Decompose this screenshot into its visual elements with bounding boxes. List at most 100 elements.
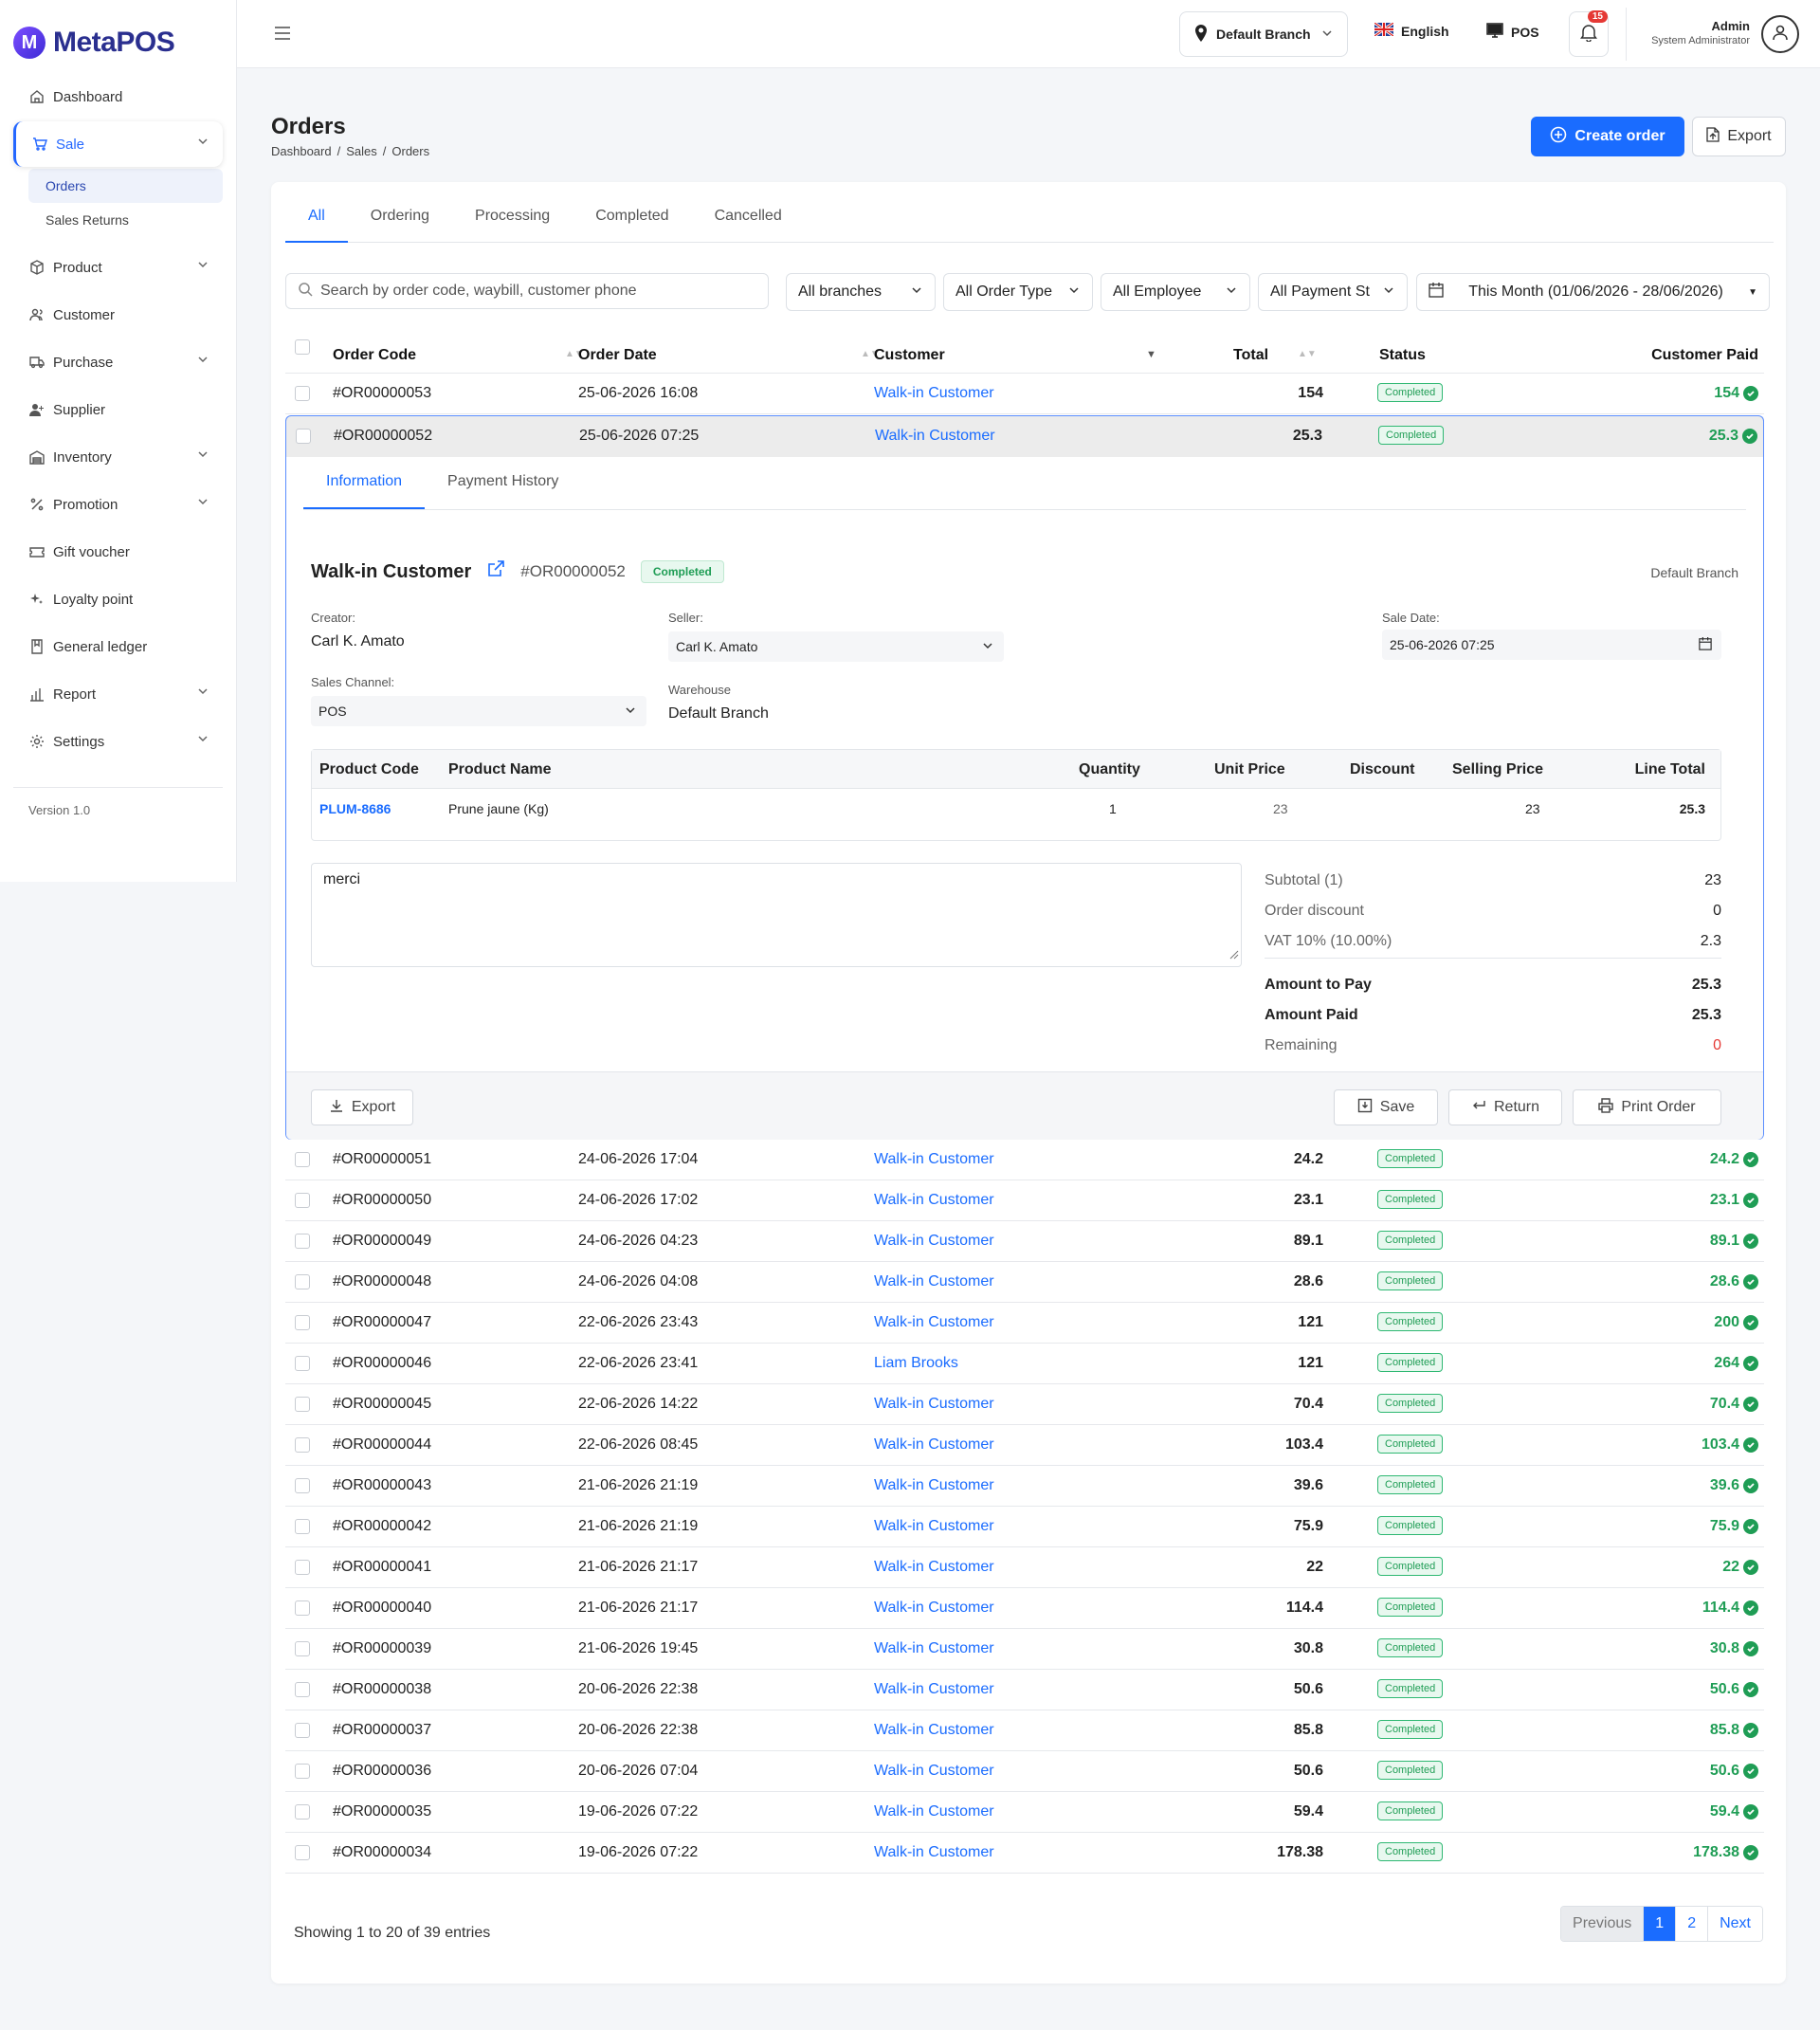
payment-status-filter[interactable]: All Payment St [1258,273,1408,311]
sale-date-input[interactable]: 25-06-2026 07:25 [1382,630,1721,660]
item-quantity[interactable]: 1 [1109,801,1117,816]
sidebar-item-loyalty-point[interactable]: Loyalty point [13,576,223,622]
sidebar-item-purchase[interactable]: Purchase [13,339,223,385]
col-total[interactable]: Total [1233,347,1268,364]
table-row[interactable]: #OR00000034 19-06-2026 07:22 Walk-in Custo… [285,1833,1764,1874]
table-row[interactable]: #OR00000049 24-06-2026 04:23 Walk-in Custo… [285,1221,1764,1262]
row-checkbox[interactable] [295,1274,310,1289]
sidebar-item-customer[interactable]: Customer [13,292,223,338]
row-checkbox[interactable] [295,1641,310,1656]
order-note-textarea[interactable]: merci [311,863,1242,967]
sidebar-item-dashboard[interactable]: Dashboard [13,74,223,119]
user-info[interactable]: Admin System Administrator [1651,19,1750,46]
resize-handle-icon[interactable] [1228,947,1239,964]
export-button[interactable]: Export [1692,117,1786,156]
row-checkbox[interactable] [295,1478,310,1493]
tab-processing[interactable]: Processing [452,201,573,243]
customer-link[interactable]: Walk-in Customer [874,1233,994,1250]
detail-export-button[interactable]: Export [311,1089,413,1125]
customer-link[interactable]: Liam Brooks [874,1355,958,1372]
row-checkbox[interactable] [295,1397,310,1412]
customer-link[interactable]: Walk-in Customer [874,1681,994,1698]
return-button[interactable]: Return [1448,1089,1562,1125]
pagination-next[interactable]: Next [1707,1907,1762,1941]
sidebar-subitem-sales-returns[interactable]: Sales Returns [28,203,223,237]
external-link-icon[interactable] [486,559,505,584]
employee-filter[interactable]: All Employee [1101,273,1250,311]
sidebar-item-inventory[interactable]: Inventory [13,434,223,480]
tab-ordering[interactable]: Ordering [348,201,452,243]
sort-desc-icon[interactable]: ▼ [1146,349,1156,360]
sidebar-item-report[interactable]: Report [13,671,223,717]
pagination-previous[interactable]: Previous [1561,1907,1644,1941]
row-checkbox[interactable] [295,1764,310,1779]
breadcrumb-sales[interactable]: Sales [346,144,377,158]
row-checkbox[interactable] [295,1845,310,1860]
avatar[interactable] [1761,15,1799,53]
pagination-page-2[interactable]: 2 [1675,1907,1708,1941]
row-checkbox[interactable] [295,1804,310,1820]
col-order-date[interactable]: Order Date [578,347,657,364]
seller-select[interactable]: Carl K. Amato [668,631,1004,662]
tab-all[interactable]: All [285,201,348,243]
branch-selector[interactable]: Default Branch [1179,11,1348,57]
customer-link[interactable]: Walk-in Customer [874,1763,994,1780]
table-row[interactable]: #OR00000043 21-06-2026 21:19 Walk-in Custo… [285,1466,1764,1507]
save-button[interactable]: Save [1334,1089,1438,1125]
sidebar-subitem-orders[interactable]: Orders [28,169,223,203]
pagination-page-1[interactable]: 1 [1643,1907,1676,1941]
customer-link[interactable]: Walk-in Customer [874,1192,994,1209]
customer-link[interactable]: Walk-in Customer [874,1518,994,1535]
product-code-link[interactable]: PLUM-8686 [319,801,391,816]
customer-link[interactable]: Walk-in Customer [874,385,994,402]
row-checkbox[interactable] [295,1193,310,1208]
customer-link[interactable]: Walk-in Customer [874,1803,994,1820]
row-checkbox[interactable] [295,1723,310,1738]
row-checkbox[interactable] [295,1682,310,1697]
sidebar-item-sale[interactable]: Sale [13,121,223,167]
sidebar-item-settings[interactable]: Settings [13,719,223,764]
notifications-button[interactable]: 15 [1569,10,1609,57]
row-checkbox[interactable] [296,429,311,444]
order-discount-value[interactable]: 0 [1713,903,1721,920]
customer-link[interactable]: Walk-in Customer [874,1314,994,1331]
customer-link[interactable]: Walk-in Customer [874,1151,994,1168]
table-row[interactable]: #OR00000048 24-06-2026 04:08 Walk-in Custo… [285,1262,1764,1303]
table-row[interactable]: #OR00000047 22-06-2026 23:43 Walk-in Custo… [285,1303,1764,1344]
pos-link[interactable]: POS [1486,23,1539,41]
row-checkbox[interactable] [295,386,310,401]
table-row[interactable]: #OR00000042 21-06-2026 21:19 Walk-in Custo… [285,1507,1764,1547]
table-row[interactable]: #OR00000038 20-06-2026 22:38 Walk-in Custo… [285,1670,1764,1710]
sidebar-item-product[interactable]: Product [13,245,223,290]
row-checkbox[interactable] [295,1560,310,1575]
customer-link[interactable]: Walk-in Customer [874,1600,994,1617]
table-row[interactable]: #OR00000044 22-06-2026 08:45 Walk-in Custo… [285,1425,1764,1466]
table-row[interactable]: #OR00000051 24-06-2026 17:04 Walk-in Custo… [285,1140,1764,1180]
customer-link[interactable]: Walk-in Customer [874,1640,994,1657]
customer-link[interactable]: Walk-in Customer [874,1477,994,1494]
customer-link[interactable]: Walk-in Customer [874,1844,994,1861]
table-row[interactable]: #OR00000046 22-06-2026 23:41 Liam Brooks 12… [285,1344,1764,1384]
brand-logo[interactable]: M MetaPOS [0,0,236,68]
create-order-button[interactable]: Create order [1531,117,1684,156]
row-checkbox[interactable] [295,1152,310,1167]
customer-link[interactable]: Walk-in Customer [875,428,995,445]
order-type-filter[interactable]: All Order Type [943,273,1093,311]
row-checkbox[interactable] [295,1234,310,1249]
col-order-code[interactable]: Order Code [333,347,416,364]
branch-filter[interactable]: All branches [786,273,936,311]
tab-information[interactable]: Information [303,457,426,509]
print-order-button[interactable]: Print Order [1573,1089,1721,1125]
table-row[interactable]: #OR00000035 19-06-2026 07:22 Walk-in Custo… [285,1792,1764,1833]
table-row[interactable]: #OR00000040 21-06-2026 21:17 Walk-in Custo… [285,1588,1764,1629]
customer-link[interactable]: Walk-in Customer [874,1722,994,1739]
table-row-expanded[interactable]: #OR00000052 25-06-2026 07:25 Walk-in Cus… [285,415,1764,457]
table-row[interactable]: #OR00000041 21-06-2026 21:17 Walk-in Custo… [285,1547,1764,1588]
tab-completed[interactable]: Completed [573,201,691,243]
row-checkbox[interactable] [295,1315,310,1330]
search-input[interactable]: Search by order code, waybill, customer … [285,273,769,309]
table-row[interactable]: #OR00000037 20-06-2026 22:38 Walk-in Custo… [285,1710,1764,1751]
table-row[interactable]: #OR00000036 20-06-2026 07:04 Walk-in Custo… [285,1751,1764,1792]
sidebar-item-promotion[interactable]: Promotion [13,482,223,527]
customer-link[interactable]: Walk-in Customer [874,1396,994,1413]
